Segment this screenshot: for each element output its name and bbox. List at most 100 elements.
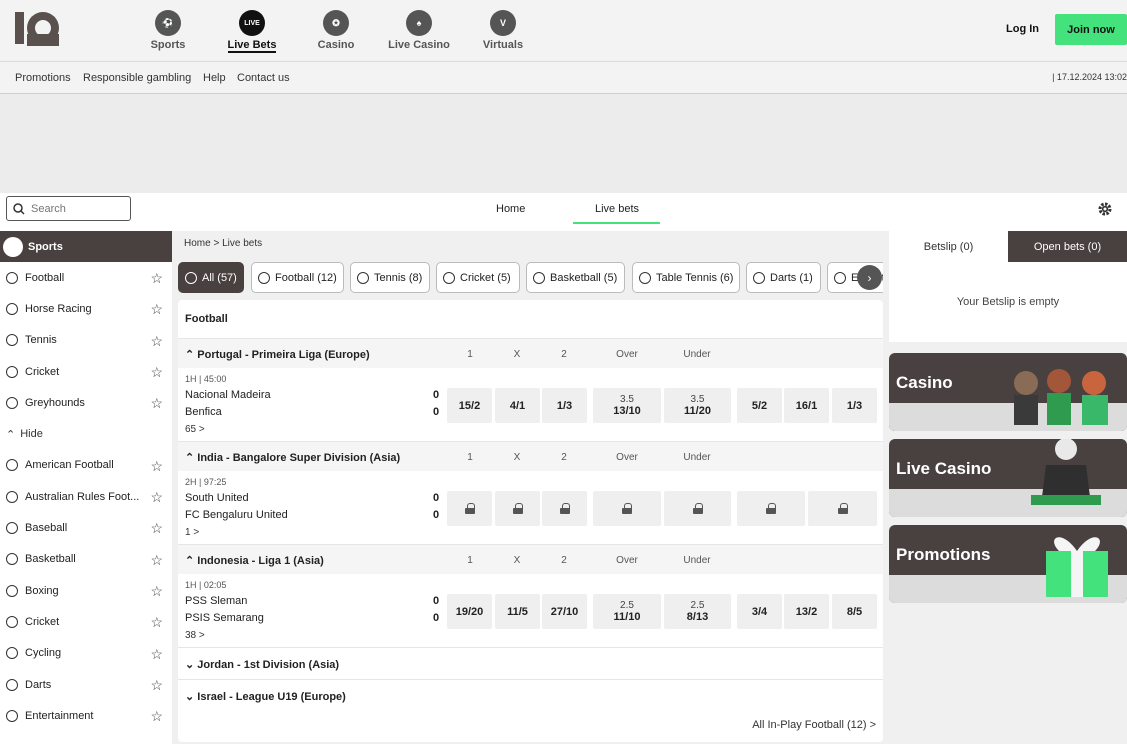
nav-live-casino[interactable]: ♠ Live Casino xyxy=(374,10,464,51)
sub-navigation: Promotions Responsible gambling Help Con… xyxy=(0,61,1127,94)
under-line: 3.5 xyxy=(690,394,705,405)
sidebar-item-australian-rules[interactable]: Australian Rules Foot... ☆ xyxy=(0,481,172,512)
odds-button[interactable]: 5/2 xyxy=(737,388,782,423)
sidebar-item-label: Cricket xyxy=(25,615,60,628)
nav-casino[interactable]: ✪ Casino xyxy=(291,10,381,51)
odds-button[interactable]: 16/1 xyxy=(784,388,829,423)
tab-open-bets[interactable]: Open bets (0) xyxy=(1008,231,1127,262)
star-icon[interactable]: ☆ xyxy=(150,301,163,318)
search-box[interactable] xyxy=(6,196,131,221)
star-icon[interactable]: ☆ xyxy=(150,708,163,725)
star-icon[interactable]: ☆ xyxy=(150,583,163,600)
league-header[interactable]: ⌃ Indonesia - Liga 1 (Asia) 1 X 2 Over U… xyxy=(178,544,883,574)
more-markets-link[interactable]: 65 > xyxy=(185,424,205,435)
odds-button-under[interactable]: 2.5 8/13 xyxy=(664,594,731,629)
odds-button[interactable]: 8/5 xyxy=(832,594,877,629)
odds-button-1[interactable]: 15/2 xyxy=(447,388,492,423)
star-icon[interactable]: ☆ xyxy=(150,552,163,569)
star-icon[interactable]: ☆ xyxy=(150,614,163,631)
sidebar-item-cycling[interactable]: Cycling ☆ xyxy=(0,638,172,669)
cricket-icon xyxy=(443,271,455,284)
search-tab-bar: Home Live bets xyxy=(0,193,1127,231)
breadcrumb[interactable]: Home > Live bets xyxy=(184,238,262,249)
sidebar-item-cricket[interactable]: Cricket ☆ xyxy=(0,356,172,387)
nav-live-bets[interactable]: LIVE Live Bets xyxy=(207,10,297,53)
tab-live-bets[interactable]: Live bets xyxy=(595,203,639,215)
odds-button-x[interactable]: 4/1 xyxy=(495,388,540,423)
star-icon[interactable]: ☆ xyxy=(150,270,163,287)
star-icon[interactable]: ☆ xyxy=(150,364,163,381)
odds-button-x[interactable]: 11/5 xyxy=(495,594,540,629)
event-row[interactable]: 2H | 97:25 South United FC Bengaluru Uni… xyxy=(178,471,883,545)
pill-cricket[interactable]: Cricket (5) xyxy=(436,262,520,293)
locked-odds xyxy=(664,491,731,526)
10bet-logo[interactable] xyxy=(15,10,65,48)
sidebar-item-greyhounds[interactable]: Greyhounds ☆ xyxy=(0,387,172,418)
pill-tennis[interactable]: Tennis (8) xyxy=(350,262,430,293)
pill-darts[interactable]: Darts (1) xyxy=(746,262,821,293)
greyhounds-icon xyxy=(6,396,18,409)
odds-button-2[interactable]: 1/3 xyxy=(542,388,587,423)
odds-button-over[interactable]: 2.5 11/10 xyxy=(593,594,661,629)
chevron-right-icon[interactable]: › xyxy=(857,265,882,290)
pill-football[interactable]: Football (12) xyxy=(251,262,344,293)
top-header: ⚽ Sports LIVE Live Bets ✪ Casino ♠ Live … xyxy=(0,0,1127,60)
sidebar-item-darts[interactable]: Darts ☆ xyxy=(0,669,172,700)
col-x: X xyxy=(513,452,521,463)
sidebar-item-horse-racing[interactable]: Horse Racing ☆ xyxy=(0,293,172,324)
star-icon[interactable]: ☆ xyxy=(150,458,163,475)
nav-virtuals[interactable]: V Virtuals xyxy=(458,10,548,51)
more-markets-link[interactable]: 1 > xyxy=(185,527,199,538)
star-icon[interactable]: ☆ xyxy=(150,333,163,350)
league-collapsed[interactable]: ⌄ Jordan - 1st Division (Asia) xyxy=(178,647,883,679)
odds-button-under[interactable]: 3.5 11/20 xyxy=(664,388,731,423)
sidebar-item-american-football[interactable]: American Football ☆ xyxy=(0,450,172,481)
pill-basketball[interactable]: Basketball (5) xyxy=(526,262,625,293)
sidebar-item-boxing[interactable]: Boxing ☆ xyxy=(0,575,172,606)
odds-button[interactable]: 13/2 xyxy=(784,594,829,629)
star-icon[interactable]: ☆ xyxy=(150,395,163,412)
tab-betslip[interactable]: Betslip (0) xyxy=(889,231,1008,262)
football-icon xyxy=(6,271,18,284)
live-casino-promo-card[interactable]: Live Casino xyxy=(889,439,1127,517)
league-collapsed[interactable]: ⌄ Israel - League U19 (Europe) xyxy=(178,679,883,711)
league-header[interactable]: ⌃ Portugal - Primeira Liga (Europe) 1 X … xyxy=(178,338,883,368)
pill-table-tennis[interactable]: Table Tennis (6) xyxy=(632,262,740,293)
virtuals-icon: V xyxy=(490,10,516,36)
responsible-gambling-link[interactable]: Responsible gambling xyxy=(83,72,191,84)
sidebar-item-basketball[interactable]: Basketball ☆ xyxy=(0,544,172,575)
all-inplay-football-link[interactable]: All In-Play Football (12) > xyxy=(752,719,876,731)
sidebar-item-football[interactable]: Football ☆ xyxy=(0,262,172,293)
contact-us-link[interactable]: Contact us xyxy=(237,72,290,84)
tab-home[interactable]: Home xyxy=(496,203,525,215)
hide-toggle[interactable]: ⌃ Hide xyxy=(0,418,172,449)
login-button[interactable]: Log In xyxy=(1006,23,1039,35)
odds-button[interactable]: 3/4 xyxy=(737,594,782,629)
search-input[interactable] xyxy=(31,202,121,215)
star-icon[interactable]: ☆ xyxy=(150,677,163,694)
star-icon[interactable]: ☆ xyxy=(150,489,163,506)
star-icon[interactable]: ☆ xyxy=(150,520,163,537)
sidebar-item-entertainment[interactable]: Entertainment ☆ xyxy=(0,700,172,731)
sidebar-item-baseball[interactable]: Baseball ☆ xyxy=(0,512,172,543)
sidebar-item-label: Cycling xyxy=(25,647,62,660)
casino-promo-card[interactable]: Casino xyxy=(889,353,1127,431)
nav-sports[interactable]: ⚽ Sports xyxy=(123,10,213,51)
pill-all[interactable]: All (57) xyxy=(178,262,244,293)
promotions-promo-card[interactable]: Promotions xyxy=(889,525,1127,603)
gear-icon[interactable] xyxy=(1097,201,1113,217)
event-row[interactable]: 1H | 02:05 PSS Sleman PSIS Semarang 0 0 … xyxy=(178,574,883,648)
odds-button-2[interactable]: 27/10 xyxy=(542,594,587,629)
star-icon[interactable]: ☆ xyxy=(150,646,163,663)
event-row[interactable]: 1H | 45:00 Nacional Madeira Benfica 0 0 … xyxy=(178,368,883,442)
promotions-link[interactable]: Promotions xyxy=(15,72,71,84)
join-now-button[interactable]: Join now xyxy=(1055,14,1127,45)
more-markets-link[interactable]: 38 > xyxy=(185,630,205,641)
odds-button-1[interactable]: 19/20 xyxy=(447,594,492,629)
odds-button-over[interactable]: 3.5 13/10 xyxy=(593,388,661,423)
help-link[interactable]: Help xyxy=(203,72,226,84)
sidebar-item-cricket-2[interactable]: Cricket ☆ xyxy=(0,606,172,637)
odds-button[interactable]: 1/3 xyxy=(832,388,877,423)
sidebar-item-tennis[interactable]: Tennis ☆ xyxy=(0,325,172,356)
league-header[interactable]: ⌃ India - Bangalore Super Division (Asia… xyxy=(178,441,883,471)
